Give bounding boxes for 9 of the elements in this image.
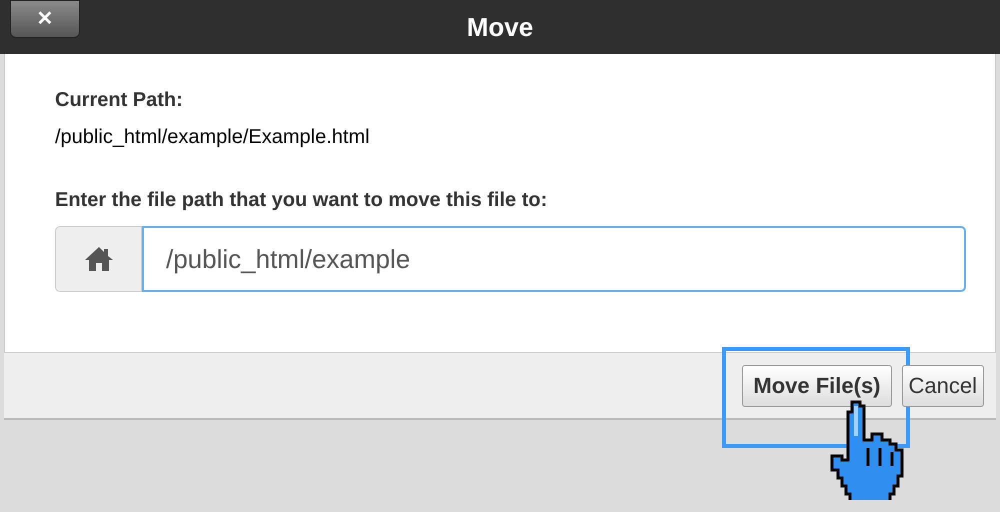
destination-path-field[interactable]: /public_html/example: [142, 226, 966, 292]
move-files-button[interactable]: Move File(s): [742, 364, 892, 406]
cancel-button[interactable]: Cancel: [902, 364, 984, 406]
current-path-label: Current Path:: [55, 88, 184, 112]
current-path-value: /public_html/example/Example.html: [55, 125, 371, 149]
destination-label: Enter the file path that you want to move this file to:: [55, 188, 548, 212]
dialog-title: Move: [466, 10, 534, 44]
close-button[interactable]: ✕: [10, 0, 80, 38]
home-icon: [84, 246, 114, 272]
